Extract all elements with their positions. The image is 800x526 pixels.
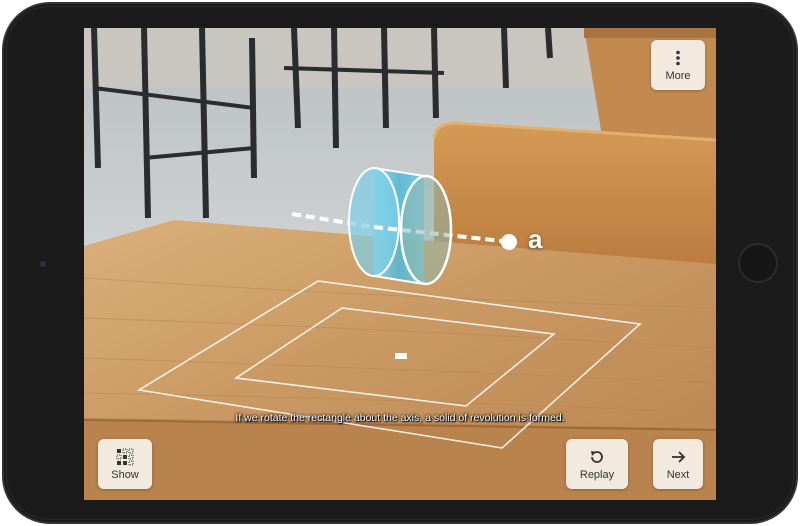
replay-button[interactable]: Replay bbox=[566, 439, 628, 489]
arrow-right-icon bbox=[670, 448, 686, 466]
vertical-dots-icon bbox=[675, 49, 681, 67]
more-label: More bbox=[665, 69, 691, 82]
next-button[interactable]: Next bbox=[653, 439, 703, 489]
grid-icon bbox=[116, 448, 134, 466]
show-button[interactable]: Show bbox=[98, 439, 152, 489]
show-label: Show bbox=[111, 468, 139, 481]
scene-caption: If we rotate the rectangle about the axi… bbox=[235, 412, 565, 424]
axis-label: a bbox=[528, 224, 543, 254]
more-button[interactable]: More bbox=[651, 40, 705, 90]
camera-dot bbox=[40, 261, 46, 267]
ar-screen[interactable]: a If we rotate the rectangle about the a… bbox=[84, 28, 716, 500]
replay-label: Replay bbox=[579, 468, 615, 481]
next-label: Next bbox=[666, 468, 690, 481]
tablet-device: a If we rotate the rectangle about the a… bbox=[0, 0, 800, 526]
home-button[interactable] bbox=[738, 243, 778, 283]
replay-icon bbox=[589, 448, 605, 466]
ar-scene-background bbox=[84, 28, 716, 500]
